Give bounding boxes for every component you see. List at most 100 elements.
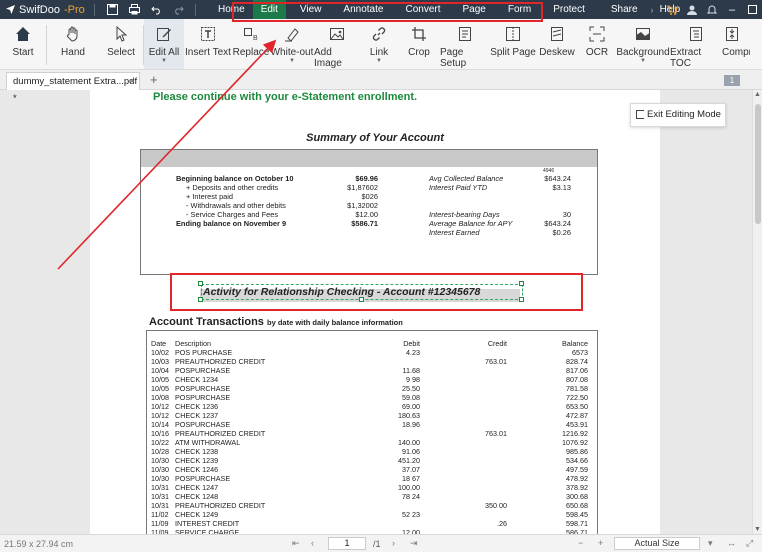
table-cell: 598.45	[566, 510, 588, 519]
table-row: 10/22 ATM WITHDRAWAL 140.00 1076.92	[150, 438, 590, 447]
summary-right-label: Avg Collected Balance	[429, 174, 504, 183]
scroll-thumb[interactable]	[755, 104, 761, 224]
vertical-scrollbar[interactable]: ▲ ▼	[752, 90, 762, 534]
menu-protect[interactable]: Protect	[545, 0, 593, 19]
table-row: 10/04 POSPURCHASE 11.68 817.06	[150, 366, 590, 375]
tool-split-page[interactable]: Split Page	[490, 19, 536, 69]
scroll-down-icon[interactable]: ▼	[754, 526, 761, 533]
maximize-icon[interactable]	[742, 0, 762, 19]
chevron-down-icon: ▼	[161, 58, 167, 64]
table-cell: 598.71	[566, 519, 588, 528]
page-number-input[interactable]: 1	[328, 537, 366, 550]
table-row: 10/31 PREAUTHORIZED CREDIT 350 00 650.68	[150, 501, 590, 510]
zoom-select[interactable]: Actual Size	[614, 537, 700, 550]
fit-width-icon[interactable]: ↔	[727, 538, 736, 548]
tool-label: Insert Text	[185, 47, 231, 58]
tool-label: Start	[12, 47, 34, 58]
tool-page-setup[interactable]: Page Setup	[440, 19, 490, 69]
tool-ocr[interactable]: OCR	[578, 19, 616, 69]
tool-label: Link	[369, 47, 389, 58]
zoom-dropdown-icon[interactable]: ▾	[708, 538, 713, 549]
account-icon[interactable]	[682, 0, 702, 19]
divider	[195, 3, 196, 16]
tool-link[interactable]: Link ▼	[360, 19, 398, 69]
tool-add-image[interactable]: Add Image	[314, 19, 360, 69]
page-total: /1	[373, 539, 381, 549]
svg-text:B: B	[253, 35, 258, 42]
table-cell: 451.20	[398, 456, 420, 465]
exit-editing-button[interactable]: Exit Editing Mode	[630, 103, 726, 127]
table-row: 10/12 CHECK 1236 69.00 653.50	[150, 402, 590, 411]
bell-icon[interactable]	[702, 0, 722, 19]
tool-insert-text[interactable]: Insert Text	[184, 19, 232, 69]
page-setup-icon	[455, 24, 475, 44]
insert-text-icon	[198, 24, 218, 44]
table-cell: 11/09	[151, 519, 169, 528]
table-cell: 180.63	[398, 411, 420, 420]
table-cell: 18.96	[402, 420, 420, 429]
window-controls: › –	[642, 0, 762, 19]
next-page-icon[interactable]: ›	[392, 538, 395, 548]
prev-page-icon[interactable]: ‹	[311, 538, 314, 548]
zoom-in-icon[interactable]: +	[598, 538, 603, 548]
close-tab-icon[interactable]: ×	[129, 73, 135, 90]
print-icon[interactable]	[126, 2, 142, 18]
compress-icon	[722, 24, 742, 44]
app-logo: SwifDoo -Pro	[0, 4, 88, 16]
summary-right-value: $643.24	[544, 174, 571, 183]
summary-right-value: $3.13	[552, 183, 572, 192]
menu-share[interactable]: Share	[603, 0, 646, 19]
tool-edit-all[interactable]: Edit All ▼	[144, 19, 184, 69]
table-cell: 10/22	[151, 438, 169, 447]
tool-label: Crop	[408, 47, 430, 58]
tool-replace[interactable]: B Replace	[232, 19, 270, 69]
tool-white-out[interactable]: White-out ▼	[270, 19, 314, 69]
tool-start[interactable]: Start	[0, 19, 46, 69]
table-row: 10/02 POS PURCHASE 4.23 6573	[150, 348, 590, 357]
summary-value: $1,32002	[347, 201, 378, 210]
tool-label: Hand	[61, 47, 85, 58]
table-cell: POS PURCHASE	[175, 348, 233, 357]
tool-deskew[interactable]: Deskew	[536, 19, 578, 69]
cursor-icon	[111, 24, 131, 44]
table-cell: 10/03	[151, 357, 169, 366]
table-row: 10/08 POSPURCHASE 59.08 722.50	[150, 393, 590, 402]
table-cell: 1076.92	[562, 438, 588, 447]
zoom-out-icon[interactable]: −	[578, 538, 583, 548]
tool-extract-toc[interactable]: Extract TOC	[670, 19, 722, 69]
minimize-icon[interactable]: –	[722, 0, 742, 19]
redo-icon[interactable]	[170, 2, 186, 18]
table-cell: 350 00	[485, 501, 507, 510]
add-tab-icon[interactable]: +	[150, 72, 158, 87]
tool-select[interactable]: Select	[99, 19, 143, 69]
tool-compress[interactable]: Compr	[722, 19, 750, 69]
tool-crop[interactable]: Crop	[398, 19, 440, 69]
table-row: 10/12 CHECK 1237 180.63 472.87	[150, 411, 590, 420]
summary-value: $026	[361, 192, 378, 201]
cart-icon[interactable]	[662, 0, 682, 19]
table-cell: 300.68	[566, 492, 588, 501]
tool-label: Background	[616, 47, 670, 58]
replace-icon: B	[241, 24, 261, 44]
table-cell: 985.86	[566, 447, 588, 456]
more-chevron-icon[interactable]: ›	[642, 0, 662, 19]
table-cell: CHECK 1236	[175, 402, 219, 411]
last-page-icon[interactable]: ⇥	[410, 538, 418, 549]
table-row: 11/02 CHECK 1249 52 23 598.45	[150, 510, 590, 519]
tool-background[interactable]: Background ▼	[616, 19, 670, 69]
fit-page-icon[interactable]: ⤢	[746, 538, 753, 549]
pdf-page[interactable]: Please continue with your e-Statement en…	[90, 90, 660, 534]
document-tab[interactable]: dummy_statement Extra...pdf * ×	[6, 72, 140, 104]
tool-label: Page Setup	[440, 47, 467, 69]
scroll-up-icon[interactable]: ▲	[754, 91, 761, 98]
tool-label: Replace	[232, 47, 270, 58]
table-cell: 650.68	[566, 501, 588, 510]
table-cell: PREAUTHORIZED CREDIT	[175, 429, 266, 438]
first-page-icon[interactable]: ⇤	[292, 538, 300, 549]
tool-hand[interactable]: Hand	[47, 19, 99, 69]
summary-right-label: Average Balance for APY	[429, 219, 513, 228]
table-cell: 781.58	[566, 384, 588, 393]
undo-icon[interactable]	[148, 2, 164, 18]
save-icon[interactable]	[104, 2, 120, 18]
table-cell: 9 98	[406, 375, 420, 384]
